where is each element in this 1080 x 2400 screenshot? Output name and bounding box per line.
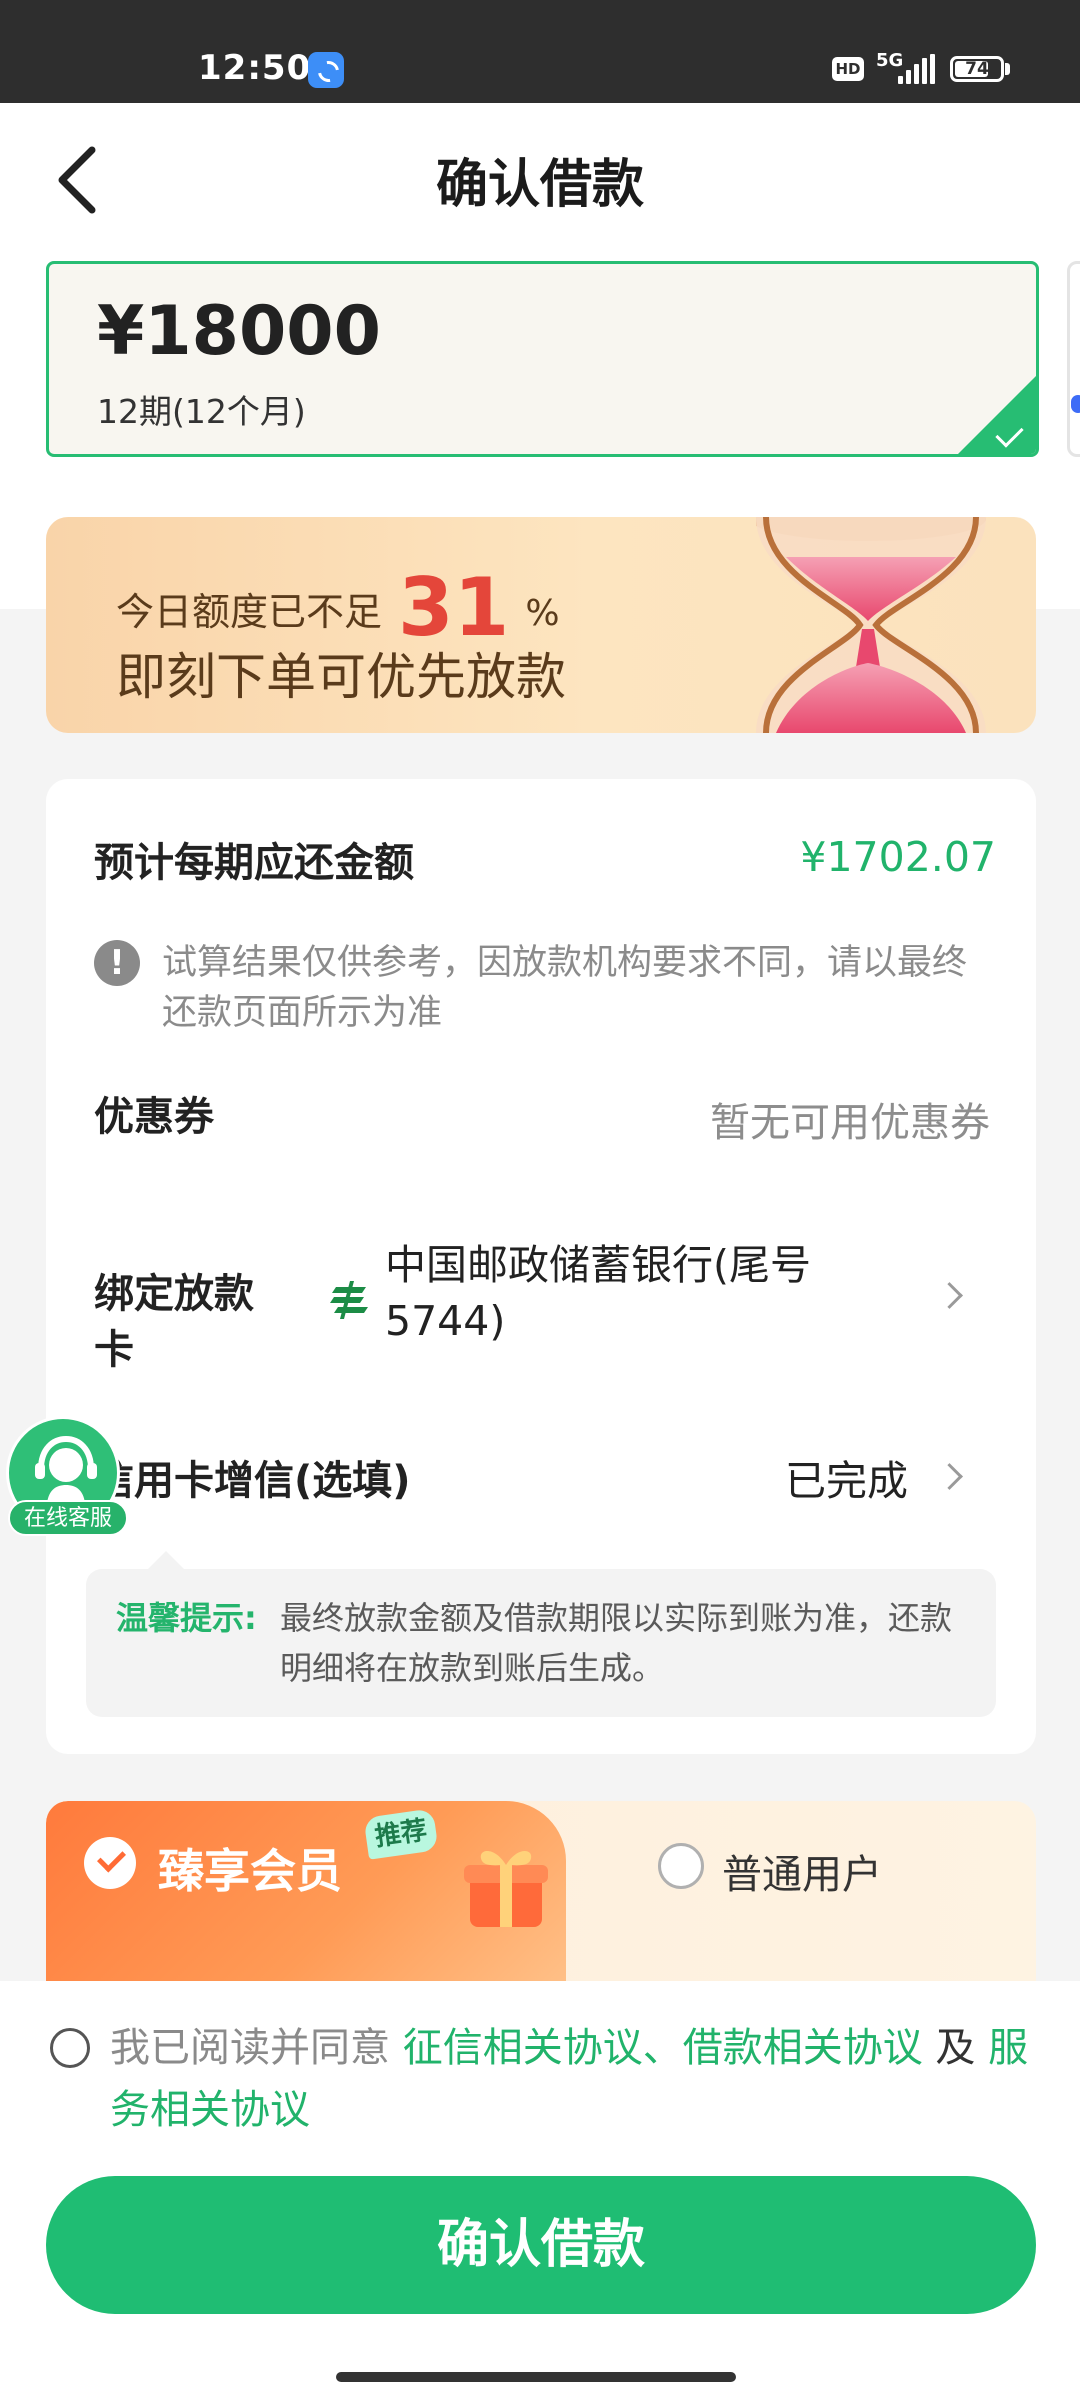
headset-icon (35, 1435, 97, 1503)
status-time: 12:50 (198, 48, 312, 88)
confirm-loan-button[interactable]: 确认借款 (46, 2176, 1036, 2314)
tips-pointer (148, 1551, 184, 1569)
recommend-badge: 推荐 (363, 1808, 439, 1860)
gift-icon (464, 1851, 548, 1927)
promo-banner[interactable]: 今日额度已不足 31% 即刻下单可优先放款 (46, 517, 1036, 733)
battery-icon: 74 (950, 56, 1004, 82)
page-title: 确认借款 (435, 155, 644, 215)
next-option-indicator (1071, 395, 1080, 413)
next-loan-option-card[interactable] (1067, 261, 1080, 457)
coupon-label: 优惠券 (94, 1094, 214, 1140)
tips-text: 最终放款金额及借款期限以实际到账为准，还款明细将在放款到账后生成。 (280, 1599, 953, 1687)
selected-check-icon (84, 1837, 136, 1889)
agreement-checkbox[interactable] (50, 2028, 90, 2068)
home-indicator[interactable] (336, 2372, 736, 2382)
battery-tip (1005, 63, 1010, 75)
agreement-text: 我已阅读并同意 征信相关协议、借款相关协议 及 服务相关协议 (110, 2017, 1045, 2141)
agreement-joiner: 及 (922, 2025, 989, 2071)
promo-headline: 即刻下单可优先放款 (116, 648, 566, 706)
loan-term: 12期(12个月) (97, 392, 306, 431)
signal-icon (898, 54, 938, 84)
status-bar: 12:50 HD 5G 74 (0, 0, 1080, 103)
postal-bank-logo-icon (330, 1281, 368, 1319)
agreement-link-credit-loan[interactable]: 征信相关协议、借款相关协议 (403, 2025, 923, 2071)
selected-corner (958, 376, 1036, 454)
loan-option-card[interactable]: ¥18000 12期(12个月) (46, 261, 1039, 457)
estimate-note: 试算结果仅供参考，因放款机构要求不同，请以最终还款页面所示为准 (162, 943, 968, 1033)
bank-card-name[interactable]: 中国邮政储蓄银行(尾号5744) (385, 1237, 885, 1349)
app-notification-icon (308, 52, 344, 88)
bank-card-label: 绑定放款卡 (94, 1271, 254, 1373)
online-support-button[interactable]: 在线客服 (6, 1416, 128, 1536)
promo-prefix: 今日额度已不足 (116, 590, 383, 634)
credit-label: 信用卡增信(选填) (94, 1458, 411, 1504)
normal-user-radio[interactable] (658, 1843, 704, 1889)
repay-amount: ¥1702.07 (800, 833, 996, 881)
tips-label: 温馨提示: (116, 1599, 257, 1637)
hourglass-icon (756, 517, 986, 733)
info-icon: ! (94, 940, 140, 986)
tips-box: 温馨提示: 最终放款金额及借款期限以实际到账为准，还款明细将在放款到账后生成。 (86, 1569, 996, 1717)
support-label: 在线客服 (8, 1500, 128, 1536)
coupon-value[interactable]: 暂无可用优惠券 (710, 1090, 990, 1148)
vip-member-label: 臻享会员 (158, 1844, 342, 1898)
agreement-prefix: 我已阅读并同意 (110, 2025, 403, 2071)
promo-percent-sign: % (525, 593, 560, 634)
hd-icon: HD (832, 57, 864, 81)
battery-value: 74 (965, 59, 989, 79)
normal-user-label[interactable]: 普通用户 (722, 1842, 882, 1900)
repay-label: 预计每期应还金额 (94, 840, 414, 886)
loan-amount: ¥18000 (97, 292, 381, 371)
credit-status[interactable]: 已完成 (785, 1447, 908, 1507)
